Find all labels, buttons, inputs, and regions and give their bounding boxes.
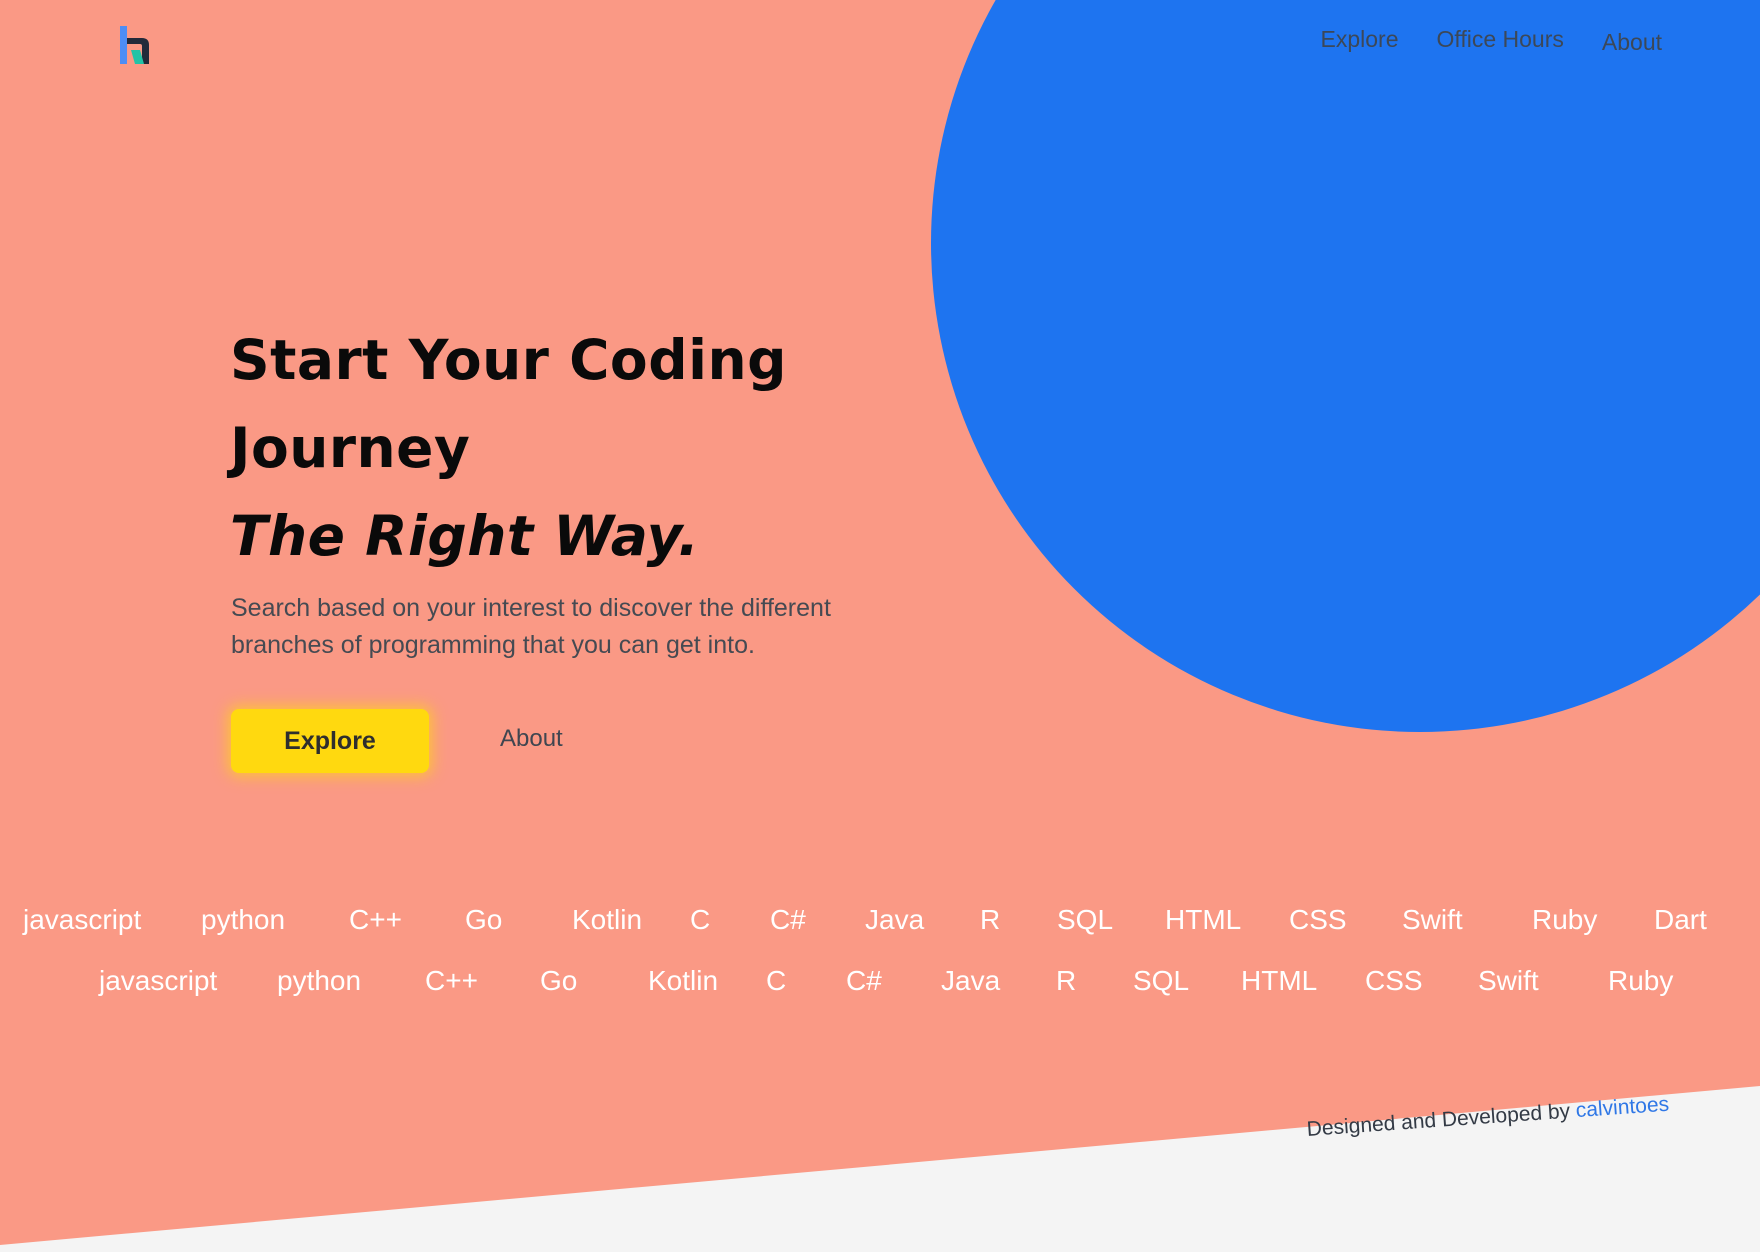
nav-office-hours[interactable]: Office Hours xyxy=(1436,26,1563,53)
language-item: R xyxy=(1056,965,1077,996)
language-item: C xyxy=(766,965,787,996)
language-item: Java xyxy=(865,904,925,935)
language-item: Java xyxy=(941,965,1001,996)
language-item: Go xyxy=(465,904,503,935)
language-item: HTML xyxy=(1241,965,1318,996)
language-item: Go xyxy=(540,965,578,996)
language-item: javascript xyxy=(99,965,218,996)
language-item: Kotlin xyxy=(648,965,719,996)
language-item: C xyxy=(690,904,711,935)
language-item: C# xyxy=(770,904,806,935)
explore-button[interactable]: Explore xyxy=(231,709,429,773)
language-item: CSS xyxy=(1365,965,1423,996)
language-item: python xyxy=(277,965,362,996)
h-letter-logo-icon xyxy=(120,26,149,64)
language-item: C# xyxy=(846,965,882,996)
top-nav: Explore Office Hours About xyxy=(1321,26,1663,56)
language-item: CSS xyxy=(1289,904,1347,935)
language-item: HTML xyxy=(1165,904,1242,935)
language-item: C++ xyxy=(425,965,478,996)
language-item: Swift xyxy=(1478,965,1539,996)
language-item: SQL xyxy=(1057,904,1114,935)
hero-subtitle: Search based on your interest to discove… xyxy=(231,594,831,659)
hero-title-line2: Journey xyxy=(230,416,471,480)
language-item: SQL xyxy=(1133,965,1190,996)
language-item: Dart xyxy=(1654,904,1707,935)
hero-title-accent: The Right Way. xyxy=(230,504,700,568)
nav-explore[interactable]: Explore xyxy=(1321,26,1399,53)
language-item: R xyxy=(980,904,1001,935)
language-item: Swift xyxy=(1402,904,1463,935)
hero-title: Start Your Coding Journey The Right Way. xyxy=(230,316,787,580)
language-item: javascript xyxy=(23,904,142,935)
language-item: Kotlin xyxy=(572,904,643,935)
language-item: python xyxy=(201,904,286,935)
brand-logo[interactable] xyxy=(118,24,152,66)
hero-title-line1: Start Your Coding xyxy=(230,328,787,392)
nav-about[interactable]: About xyxy=(1602,29,1662,56)
about-link[interactable]: About xyxy=(500,725,563,753)
language-item: Ruby xyxy=(1532,904,1598,935)
landing-page: Explore Office Hours About Start Your Co… xyxy=(0,0,1760,1252)
language-item: Ruby xyxy=(1608,965,1674,996)
language-item: C++ xyxy=(349,904,402,935)
